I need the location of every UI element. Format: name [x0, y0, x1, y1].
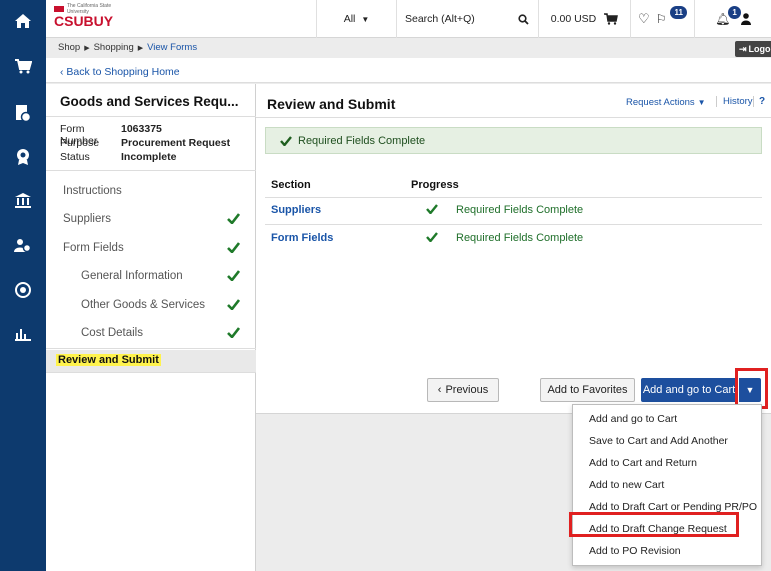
back-to-shopping-home-link[interactable]: ‹ Back to Shopping Home: [60, 66, 180, 78]
favorites-notifications[interactable]: ♡ ⚐ 11: [630, 0, 694, 38]
csubuy-logo[interactable]: The California State University CSUBUY: [54, 3, 134, 33]
section-link-suppliers[interactable]: Suppliers: [271, 204, 321, 216]
logo-text: CSUBUY: [54, 13, 114, 29]
progress-status: Required Fields Complete: [456, 204, 584, 216]
required-fields-banner: Required Fields Complete: [265, 127, 762, 154]
divider: [46, 348, 256, 349]
check-icon: [227, 242, 240, 253]
add-and-go-to-cart-button[interactable]: Add and go to Cart: [641, 378, 737, 402]
row-divider: [265, 224, 762, 225]
nav-form-fields[interactable]: Form Fields: [46, 234, 256, 262]
nav-review-and-submit[interactable]: Review and Submit: [46, 350, 256, 372]
form-sidebar: Goods and Services Requ... Form Number 1…: [46, 84, 256, 571]
search-icon[interactable]: [508, 0, 538, 38]
menu-item-save-to-cart-add-another[interactable]: Save to Cart and Add Another: [589, 435, 728, 447]
review-submit-panel: Review and Submit Request Actions ▼ Hist…: [256, 84, 771, 414]
add-to-favorites-button[interactable]: Add to Favorites: [540, 378, 635, 402]
user-badge: 1: [728, 5, 741, 19]
help-link[interactable]: ?: [753, 96, 765, 107]
check-icon: [227, 213, 240, 224]
cart-options-menu: Add and go to Cart Save to Cart and Add …: [572, 404, 762, 566]
meta-status: Status Incomplete: [60, 151, 177, 163]
section-link-form-fields[interactable]: Form Fields: [271, 232, 333, 244]
divider: [46, 372, 256, 373]
menu-item-add-to-cart-and-return[interactable]: Add to Cart and Return: [589, 457, 697, 469]
globe-cog-icon[interactable]: [0, 276, 46, 304]
notifications-badge: 11: [670, 5, 687, 19]
caret-down-icon: ▼: [697, 98, 706, 107]
heart-icon[interactable]: ♡: [638, 11, 650, 27]
nav-instructions[interactable]: Instructions: [46, 177, 256, 205]
caret-down-icon: ▼: [361, 14, 370, 24]
request-actions-dropdown[interactable]: Request Actions ▼: [626, 97, 706, 108]
nav-suppliers[interactable]: Suppliers: [46, 205, 256, 233]
search-input[interactable]: Search (Alt+Q): [396, 0, 508, 38]
cart-total-button[interactable]: 0.00 USD: [538, 0, 630, 38]
form-title: Goods and Services Requ...: [60, 94, 239, 109]
divider: [46, 116, 256, 117]
column-header-section: Section: [271, 179, 311, 191]
reports-chart-icon[interactable]: [0, 320, 46, 348]
history-link[interactable]: History: [716, 96, 753, 107]
divider: [46, 170, 256, 171]
document-clock-icon[interactable]: [0, 99, 46, 127]
meta-purpose: Purpose Procurement Request: [60, 137, 231, 149]
page-title: Review and Submit: [267, 96, 396, 112]
nav-cost-details[interactable]: Cost Details: [46, 319, 256, 347]
menu-item-add-to-new-cart[interactable]: Add to new Cart: [589, 479, 664, 491]
breadcrumb: Shop ▶ Shopping ▶ View Forms: [58, 42, 198, 53]
check-icon: [227, 327, 240, 338]
nav-general-information[interactable]: General Information: [46, 262, 256, 290]
nav-other-goods-services[interactable]: Other Goods & Services: [46, 291, 256, 319]
logout-icon: ⇥: [739, 43, 747, 54]
users-gear-icon[interactable]: [0, 232, 46, 260]
logout-button[interactable]: ⇥ Logou: [735, 41, 771, 57]
annotation-highlight-box: [569, 512, 739, 537]
chevron-right-icon: ▶: [84, 44, 90, 52]
top-header: The California State University CSUBUY A…: [46, 0, 771, 38]
user-icon[interactable]: [740, 13, 751, 25]
user-menu[interactable]: 🔔︎ 1: [694, 0, 771, 38]
institution-icon[interactable]: [0, 187, 46, 215]
check-icon: [227, 270, 240, 281]
award-icon[interactable]: [0, 143, 46, 171]
progress-status: Required Fields Complete: [456, 232, 584, 244]
annotation-highlight-box: [735, 368, 768, 409]
menu-item-add-to-po-revision[interactable]: Add to PO Revision: [589, 545, 681, 557]
column-header-progress: Progress: [411, 179, 459, 191]
cart-icon: [604, 13, 619, 25]
check-icon: [227, 299, 240, 310]
home-icon[interactable]: [0, 7, 46, 35]
check-icon: [280, 135, 292, 146]
flag-icon[interactable]: ⚐: [656, 12, 667, 26]
chevron-left-icon: ‹: [437, 384, 442, 396]
cart-icon[interactable]: [0, 52, 46, 80]
search-scope-dropdown[interactable]: All ▼: [316, 0, 396, 38]
check-icon: [426, 232, 438, 242]
previous-button[interactable]: ‹ Previous: [427, 378, 499, 402]
chevron-right-icon: ▶: [137, 44, 144, 52]
menu-item-add-and-go-to-cart[interactable]: Add and go to Cart: [589, 413, 677, 425]
row-divider: [265, 197, 762, 198]
check-icon: [426, 204, 438, 214]
left-nav-rail: [0, 0, 46, 571]
divider: [256, 117, 771, 118]
cart-total: 0.00 USD: [550, 13, 597, 25]
